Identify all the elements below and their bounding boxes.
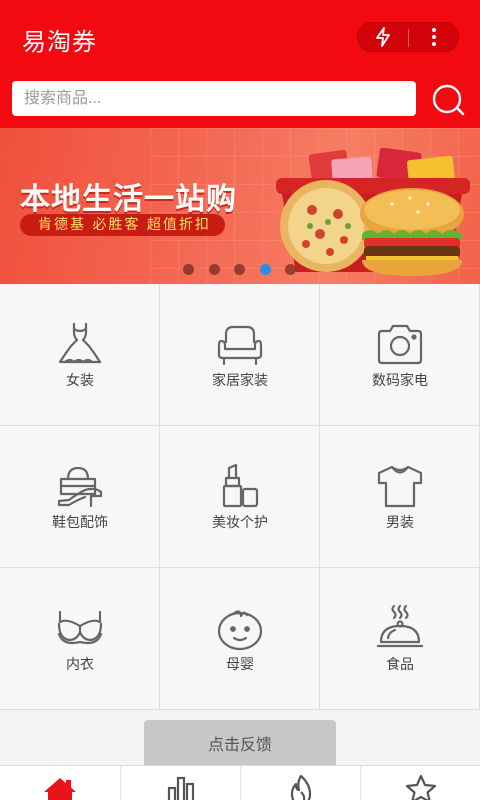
food-basket-illustration — [276, 148, 470, 276]
tab-home[interactable] — [0, 766, 120, 800]
search-button[interactable] — [426, 80, 470, 120]
bottom-tab-bar — [0, 765, 480, 800]
sofa-icon — [217, 325, 263, 366]
category-label: 女装 — [66, 373, 94, 389]
food-cloche-icon — [376, 604, 424, 648]
category-label: 男装 — [386, 515, 414, 531]
carousel-dot[interactable] — [234, 264, 245, 275]
promo-banner[interactable]: 本地生活一站购 肯德基 必胜客 超值折扣 — [0, 128, 480, 284]
star-icon — [405, 774, 437, 800]
tshirt-icon — [377, 465, 423, 508]
flash-icon — [376, 27, 390, 47]
capsule-menu — [357, 22, 459, 52]
category-label: 美妆个护 — [212, 515, 268, 531]
app-title: 易淘券 — [22, 28, 97, 56]
carousel-dot[interactable] — [183, 264, 194, 275]
tab-favorites[interactable] — [361, 766, 480, 800]
category-beauty[interactable]: 美妆个护 — [160, 426, 320, 568]
camera-icon — [377, 324, 423, 365]
category-label: 母婴 — [226, 657, 254, 673]
carousel-dot[interactable] — [209, 264, 220, 275]
flash-button[interactable] — [358, 23, 408, 51]
banner-tagline: 肯德基 必胜客 超值折扣 — [20, 214, 225, 236]
dress-icon — [58, 322, 102, 364]
category-mens-wear[interactable]: 男装 — [320, 426, 480, 568]
category-food[interactable]: 食品 — [320, 568, 480, 710]
more-button[interactable] — [409, 23, 459, 51]
search-icon — [432, 84, 465, 116]
tab-ranking[interactable] — [121, 766, 241, 800]
category-label: 数码家电 — [372, 373, 428, 389]
lipstick-icon — [222, 463, 259, 508]
category-home-furnishing[interactable]: 家居家装 — [160, 284, 320, 426]
ranking-icon — [167, 776, 195, 800]
carousel-indicator — [0, 264, 480, 276]
carousel-dot[interactable] — [285, 264, 296, 275]
shoe-bag-icon — [57, 466, 103, 508]
category-label: 家居家装 — [212, 373, 268, 389]
app-header: 易淘券 — [0, 0, 480, 128]
carousel-dot-active[interactable] — [260, 264, 271, 275]
category-label: 内衣 — [66, 657, 94, 673]
category-shoes-bags[interactable]: 鞋包配饰 — [0, 426, 160, 568]
search-input[interactable] — [12, 81, 416, 116]
banner-title: 本地生活一站购 — [20, 182, 237, 217]
category-label: 食品 — [386, 657, 414, 673]
feedback-button[interactable]: 点击反馈 — [144, 720, 336, 766]
category-grid: 女装 家居家装 数码家电 鞋包配饰 美妆个护 男装 内衣 母婴 食品 — [0, 284, 480, 710]
category-womens-wear[interactable]: 女装 — [0, 284, 160, 426]
category-underwear[interactable]: 内衣 — [0, 568, 160, 710]
category-mother-baby[interactable]: 母婴 — [160, 568, 320, 710]
baby-icon — [217, 610, 263, 651]
home-icon — [44, 778, 76, 800]
hot-icon — [290, 774, 312, 800]
tab-hot[interactable] — [241, 766, 361, 800]
bra-icon — [57, 610, 103, 645]
category-label: 鞋包配饰 — [52, 515, 108, 531]
category-electronics[interactable]: 数码家电 — [320, 284, 480, 426]
more-vertical-icon — [432, 28, 436, 46]
